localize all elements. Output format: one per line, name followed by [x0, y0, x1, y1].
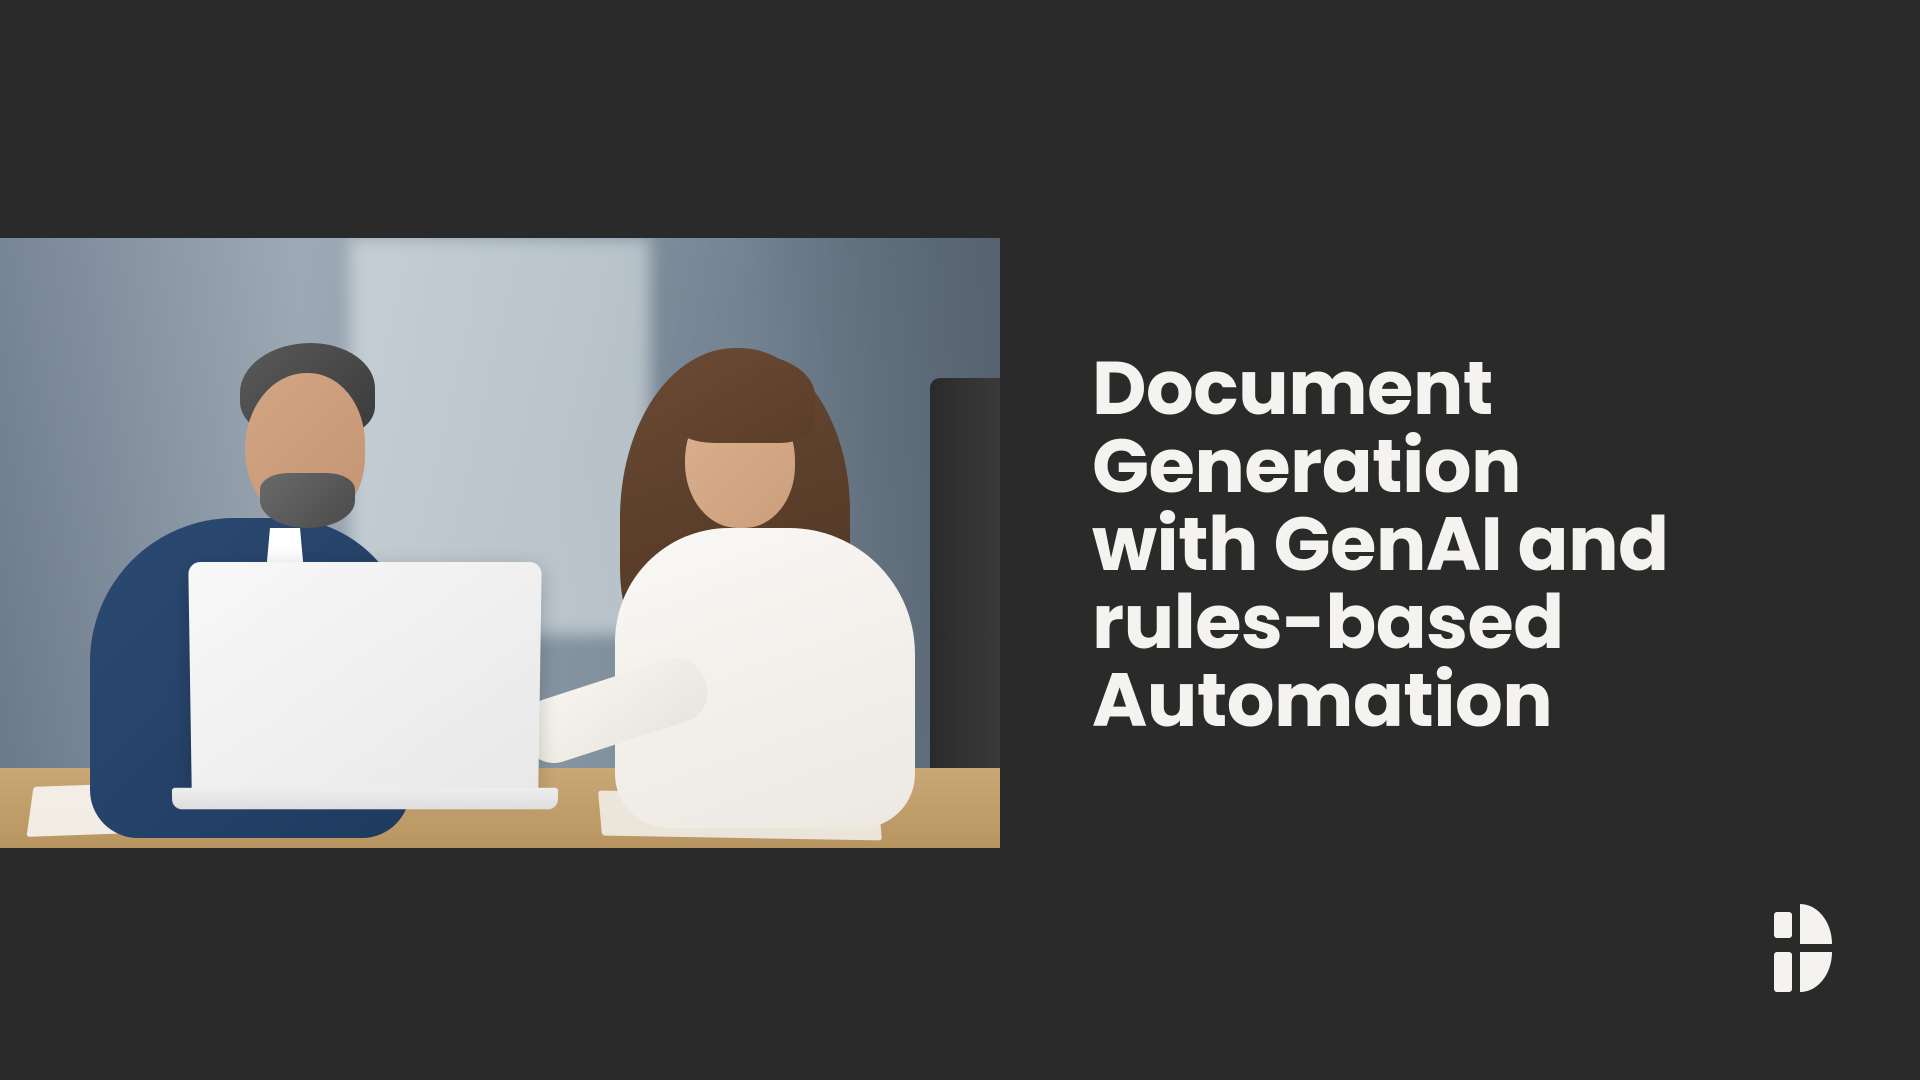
presentation-slide: Document Generation with GenAI and rules…: [0, 0, 1920, 1080]
slide-headline: Document Generation with GenAI and rules…: [1092, 350, 1692, 740]
hero-image: [0, 238, 1000, 848]
brand-logo-icon: [1774, 904, 1832, 992]
